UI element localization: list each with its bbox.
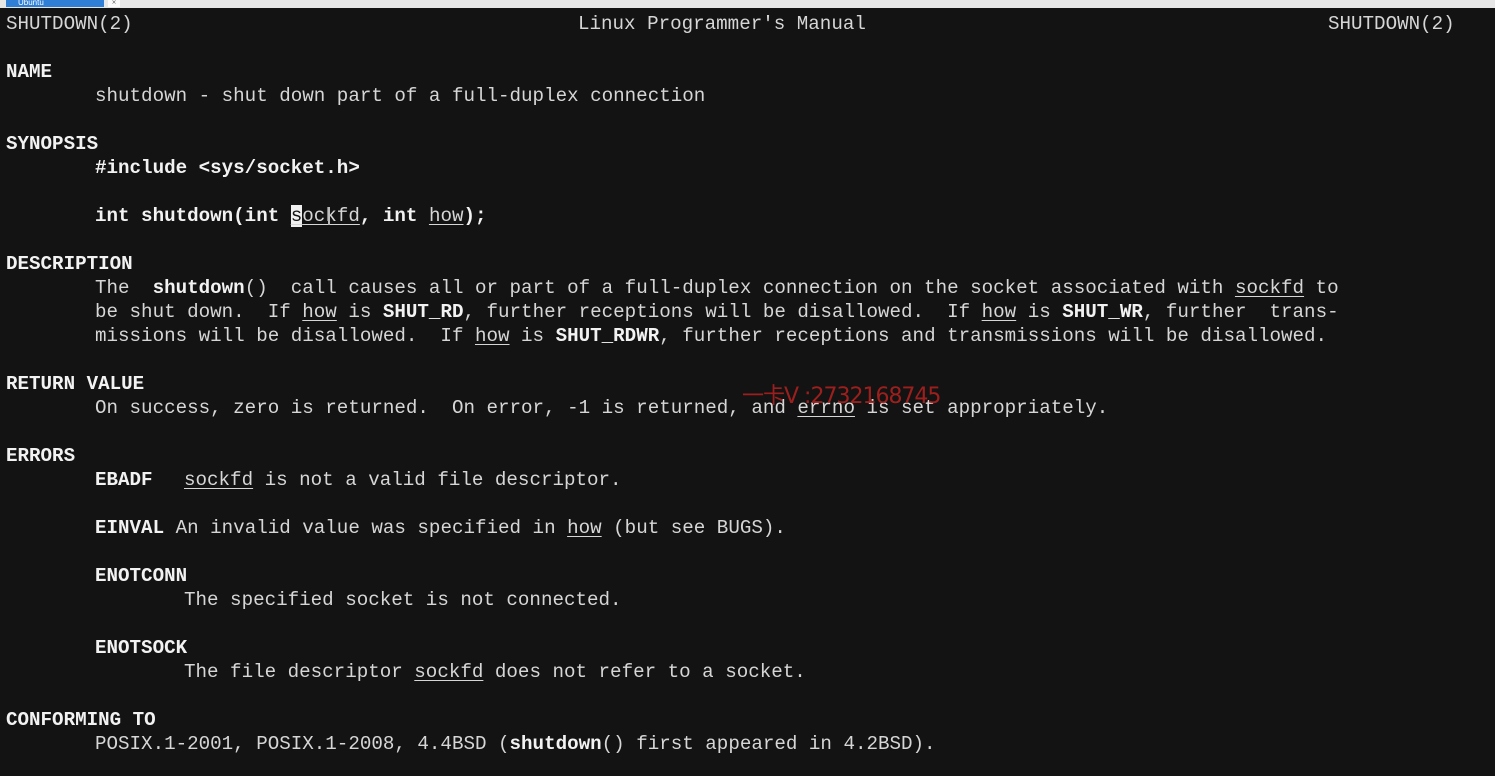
arg-how: how [428, 205, 464, 227]
arg-sockfd: ockfd [302, 205, 360, 227]
man-header-right: SHUTDOWN(2) [1328, 13, 1455, 35]
section-heading-description: DESCRIPTION [6, 253, 133, 275]
text-cursor-icon [328, 207, 330, 225]
error-name-enotsock: ENOTSOCK [95, 637, 188, 659]
section-heading-return-value: RETURN VALUE [6, 373, 145, 395]
return-value-text: On success, zero is returned. On error, … [95, 397, 1109, 419]
synopsis-include: #include <sys/socket.h> [95, 157, 360, 179]
error-name-ebadf: EBADF [95, 469, 153, 491]
proto-part: int shutdown(int [95, 205, 291, 227]
man-header-title: Linux Programmer's Manual [578, 13, 866, 35]
man-header-left: SHUTDOWN(2) [6, 13, 133, 35]
contact-watermark: 一卡V :2732168745 [742, 384, 941, 409]
error-desc-enotconn: The specified socket is not connected. [184, 589, 622, 611]
error-desc-ebadf: sockfd is not a valid file descriptor. [184, 469, 622, 491]
terminal-tab[interactable]: Ubuntu [6, 0, 104, 7]
error-name-enotconn: ENOTCONN [95, 565, 188, 587]
proto-part: , int [359, 205, 429, 227]
terminal-cursor: s [290, 205, 303, 227]
description-line-3: missions will be disallowed. If how is S… [95, 325, 1328, 347]
synopsis-prototype: int shutdown(int sockfd, int how); [95, 204, 487, 228]
section-heading-synopsis: SYNOPSIS [6, 133, 99, 155]
description-line-2: be shut down. If how is SHUT_RD, further… [95, 301, 1339, 323]
error-name-einval: EINVAL [95, 517, 165, 539]
conforming-text: POSIX.1-2001, POSIX.1-2008, 4.4BSD (shut… [95, 733, 936, 755]
section-heading-errors: ERRORS [6, 445, 76, 467]
proto-part: ); [463, 205, 487, 227]
tab-close-icon[interactable]: × [108, 0, 120, 7]
error-entry-einval: EINVAL An invalid value was specified in… [95, 517, 786, 539]
section-heading-name: NAME [6, 61, 53, 83]
description-line-1: The shutdown() call causes all or part o… [95, 277, 1339, 299]
error-desc-enotsock: The file descriptor sockfd does not refe… [184, 661, 806, 683]
name-description: shutdown - shut down part of a full-dupl… [95, 85, 706, 107]
terminal-viewport[interactable]: SHUTDOWN(2) Linux Programmer's Manual SH… [0, 8, 1495, 776]
section-heading-conforming-to: CONFORMING TO [6, 709, 156, 731]
